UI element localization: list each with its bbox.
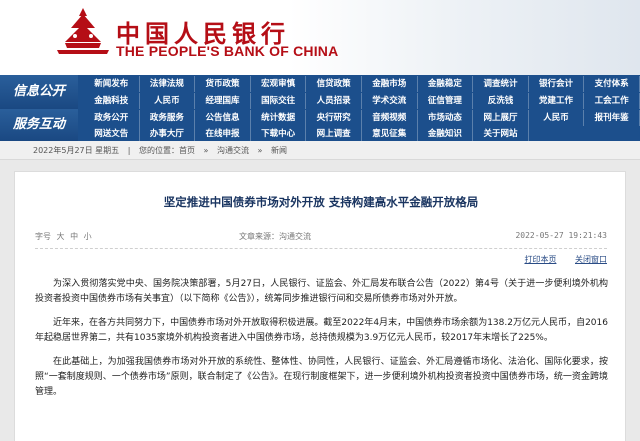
nav-item[interactable]: 金融稳定 bbox=[418, 76, 474, 92]
nav-grid: 新闻发布 法律法规 货币政策 宏观审慎 信贷政策 金融市场 金融稳定 调查统计 … bbox=[84, 75, 640, 141]
breadcrumb-arrow: » bbox=[257, 146, 263, 155]
pboc-emblem-icon bbox=[57, 8, 109, 54]
nav-row: 政务公开 政务服务 公告信息 统计数据 央行研究 音频视频 市场动态 网上展厅 … bbox=[84, 110, 640, 126]
nav-item[interactable]: 反洗钱 bbox=[473, 93, 529, 109]
site-header: 中国人民银行 THE PEOPLE'S BANK OF CHINA bbox=[0, 0, 640, 75]
nav-item[interactable]: 金融市场 bbox=[362, 76, 418, 92]
nav-item[interactable]: 市场动态 bbox=[418, 110, 474, 126]
nav-item[interactable]: 国际交往 bbox=[251, 93, 307, 109]
breadcrumb-home-link[interactable]: 您的位置：首页 bbox=[139, 146, 195, 155]
breadcrumb-date: 2022年5月27日 星期五 bbox=[33, 146, 120, 155]
article-source: 文章来源：沟通交流 bbox=[239, 232, 311, 241]
article-paragraph: 在此基础上，为加强我国债券市场对外开放的系统性、整体性、协同性，人民银行、证监会… bbox=[35, 357, 608, 397]
nav-item[interactable]: 学术交流 bbox=[362, 93, 418, 109]
breadcrumb-separator: | bbox=[127, 146, 131, 155]
nav-item[interactable]: 办事大厅 bbox=[140, 126, 196, 141]
nav-item[interactable]: 公告信息 bbox=[195, 110, 251, 126]
font-size-small-link[interactable]: 小 bbox=[84, 232, 92, 241]
breadcrumb-communication-link[interactable]: 沟通交流 bbox=[217, 146, 249, 155]
nav-item[interactable]: 网上调查 bbox=[306, 126, 362, 141]
nav-section-service-interaction[interactable]: 服务互动 bbox=[0, 109, 78, 141]
nav-item[interactable]: 在线申报 bbox=[195, 126, 251, 141]
nav-item[interactable]: 下载中心 bbox=[251, 126, 307, 141]
nav-item[interactable]: 金融知识 bbox=[418, 126, 474, 141]
nav-item[interactable]: 调查统计 bbox=[473, 76, 529, 92]
nav-item[interactable]: 经理国库 bbox=[195, 93, 251, 109]
nav-item[interactable]: 统计数据 bbox=[251, 110, 307, 126]
nav-item[interactable]: 新闻发布 bbox=[84, 76, 140, 92]
nav-item[interactable]: 宏观审慎 bbox=[251, 76, 307, 92]
nav-item[interactable]: 政务公开 bbox=[84, 110, 140, 126]
nav-item[interactable]: 央行研究 bbox=[306, 110, 362, 126]
nav-item[interactable]: 网送文告 bbox=[84, 126, 140, 141]
nav-item[interactable]: 货币政策 bbox=[195, 76, 251, 92]
nav-item[interactable]: 报刊年鉴 bbox=[584, 110, 640, 126]
nav-item[interactable]: 信贷政策 bbox=[306, 76, 362, 92]
font-size-control: 字号 大 中 小 bbox=[35, 231, 92, 242]
article-paragraph: 为深入贯彻落实党中央、国务院决策部署，5月27日，人民银行、证监会、外汇局发布联… bbox=[35, 279, 608, 304]
article-title: 坚定推进中国债券市场对外开放 支持构建高水平金融开放格局 bbox=[163, 195, 479, 209]
nav-item[interactable]: 人民币 bbox=[140, 93, 196, 109]
nav-item[interactable]: 银行会计 bbox=[529, 76, 585, 92]
breadcrumb: 2022年5月27日 星期五 | 您的位置：首页 » 沟通交流 » 新闻 bbox=[0, 141, 640, 160]
nav-item[interactable]: 意见征集 bbox=[362, 126, 418, 141]
nav-item[interactable]: 支付体系 bbox=[584, 76, 640, 92]
meta-divider bbox=[35, 248, 607, 249]
nav-item[interactable]: 人员招录 bbox=[306, 93, 362, 109]
nav-item[interactable]: 人民币 bbox=[529, 110, 585, 126]
article-body: 为深入贯彻落实党中央、国务院决策部署，5月27日，人民银行、证监会、外汇局发布联… bbox=[35, 277, 608, 409]
nav-item[interactable]: 金融科技 bbox=[84, 93, 140, 109]
nav-item[interactable]: 党建工作 bbox=[529, 93, 585, 109]
nav-item[interactable]: 工会工作 bbox=[584, 93, 640, 109]
nav-row: 网送文告 办事大厅 在线申报 下载中心 网上调查 意见征集 金融知识 关于网站 bbox=[84, 126, 640, 141]
font-size-medium-link[interactable]: 中 bbox=[70, 232, 78, 241]
nav-item[interactable]: 音频视频 bbox=[362, 110, 418, 126]
article-meta: 字号 大 中 小 文章来源：沟通交流 2022-05-27 19:21:43 bbox=[35, 231, 607, 245]
close-window-link[interactable]: 关闭窗口 bbox=[575, 255, 607, 264]
article-datetime: 2022-05-27 19:21:43 bbox=[515, 231, 607, 240]
nav-item[interactable]: 法律法规 bbox=[140, 76, 196, 92]
nav-item[interactable]: 政务服务 bbox=[140, 110, 196, 126]
nav-row: 金融科技 人民币 经理国库 国际交往 人员招录 学术交流 征信管理 反洗钱 党建… bbox=[84, 93, 640, 109]
nav-item[interactable]: 网上展厅 bbox=[473, 110, 529, 126]
font-size-large-link[interactable]: 大 bbox=[57, 232, 65, 241]
nav-item[interactable]: 征信管理 bbox=[418, 93, 474, 109]
nav-item[interactable]: 关于网站 bbox=[473, 126, 529, 141]
main-navigation: 信息公开 服务互动 新闻发布 法律法规 货币政策 宏观审慎 信贷政策 金融市场 … bbox=[0, 75, 640, 141]
site-title-en: THE PEOPLE'S BANK OF CHINA bbox=[116, 43, 339, 59]
page: 中国人民银行 THE PEOPLE'S BANK OF CHINA 信息公开 服… bbox=[0, 0, 640, 441]
nav-section-info-disclosure[interactable]: 信息公开 bbox=[0, 75, 78, 109]
nav-row: 新闻发布 法律法规 货币政策 宏观审慎 信贷政策 金融市场 金融稳定 调查统计 … bbox=[84, 76, 640, 92]
article-paragraph: 近年来，在各方共同努力下，中国债券市场对外开放取得积极进展。截至2022年4月末… bbox=[35, 318, 608, 343]
article-actions: 打印本页 关闭窗口 bbox=[508, 254, 607, 265]
breadcrumb-news-link[interactable]: 新闻 bbox=[271, 146, 287, 155]
breadcrumb-arrow: » bbox=[203, 146, 209, 155]
article-card: 坚定推进中国债券市场对外开放 支持构建高水平金融开放格局 字号 大 中 小 文章… bbox=[14, 171, 626, 441]
print-page-link[interactable]: 打印本页 bbox=[524, 255, 556, 264]
font-size-label: 字号 bbox=[35, 232, 51, 241]
